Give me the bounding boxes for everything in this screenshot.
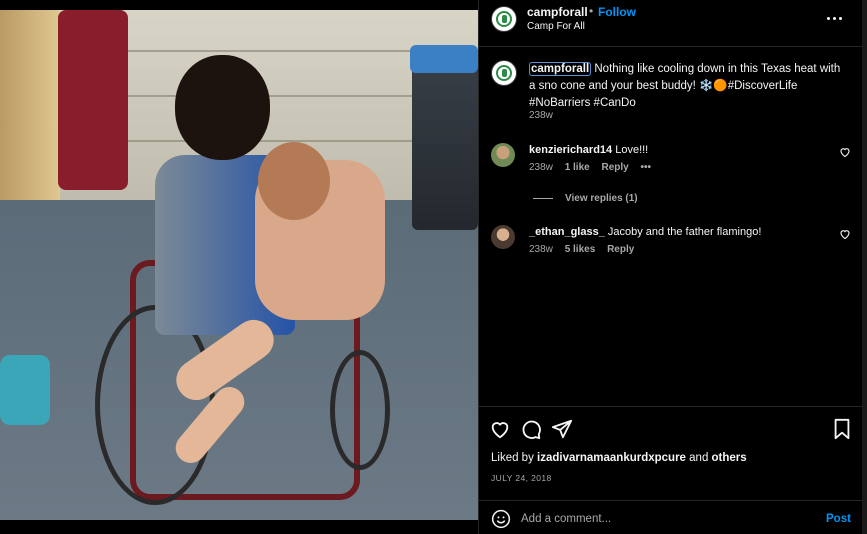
caption-time[interactable]: 238w xyxy=(529,110,553,121)
like-comment-heart-icon[interactable] xyxy=(839,146,851,158)
comment-username[interactable]: _ethan_glass_ xyxy=(529,226,605,238)
follow-button[interactable]: Follow xyxy=(598,5,636,19)
comment-time[interactable]: 238w xyxy=(529,162,553,173)
photo-door xyxy=(0,10,60,200)
avatar-figure xyxy=(502,69,507,77)
caption-avatar[interactable] xyxy=(491,60,517,86)
commenter-avatar[interactable] xyxy=(491,225,515,249)
liked-by-prefix: Liked by xyxy=(491,452,538,464)
post-comment-button[interactable]: Post xyxy=(826,513,851,525)
share-send-icon[interactable] xyxy=(551,418,573,440)
comment-text: kenzierichard14 Love!!! xyxy=(529,144,648,156)
photo-trash-lid xyxy=(410,45,478,73)
post-header: campforall • Follow Camp For All xyxy=(479,0,863,47)
comment-meta: 238w 1 like Reply ••• xyxy=(529,162,660,173)
liked-by-and: and xyxy=(685,452,712,464)
comment-item: _ethan_glass_ Jacoby and the father flam… xyxy=(479,225,863,275)
photo-wheel xyxy=(330,350,390,470)
comment-likes[interactable]: 5 likes xyxy=(565,244,596,255)
post-date[interactable]: JULY 24, 2018 xyxy=(491,473,552,483)
comment-time[interactable]: 238w xyxy=(529,244,553,255)
post-photo[interactable] xyxy=(0,10,478,520)
reply-button[interactable]: Reply xyxy=(607,244,634,255)
commenter-avatar[interactable] xyxy=(491,143,515,167)
comment-more-icon[interactable]: ••• xyxy=(641,162,652,173)
comment-input[interactable] xyxy=(521,510,801,528)
comment-text: _ethan_glass_ Jacoby and the father flam… xyxy=(529,226,761,238)
like-comment-heart-icon[interactable] xyxy=(839,228,851,240)
comment-likes[interactable]: 1 like xyxy=(565,162,590,173)
photo-background-person xyxy=(58,10,128,190)
liked-by-text: Liked by izadivarnamaankurdxpcure and ot… xyxy=(491,452,747,464)
comment-meta: 238w 5 likes Reply xyxy=(529,244,643,255)
caption-text: campforall Nothing like cooling down in … xyxy=(529,61,849,112)
reply-button[interactable]: Reply xyxy=(602,162,629,173)
post-modal: campforall • Follow Camp For All campfor… xyxy=(0,0,863,534)
view-replies-button[interactable]: View replies (1) xyxy=(533,193,638,204)
author-avatar[interactable] xyxy=(491,6,517,32)
add-comment-bar: Post xyxy=(479,500,863,534)
photo-wheel xyxy=(95,305,215,505)
like-heart-icon[interactable] xyxy=(489,418,511,440)
comment-bubble-icon[interactable] xyxy=(520,418,542,440)
view-replies-line xyxy=(533,197,553,199)
emoji-icon[interactable] xyxy=(491,509,511,529)
photo-teen-head xyxy=(175,55,270,160)
author-subtitle[interactable]: Camp For All xyxy=(527,21,585,32)
dot xyxy=(827,17,830,20)
header-separator: • xyxy=(589,4,594,18)
photo-towel xyxy=(0,355,50,425)
comment-body: Jacoby and the father flamingo! xyxy=(607,226,762,238)
post-side-panel: campforall • Follow Camp For All campfor… xyxy=(478,0,863,534)
liked-by-user[interactable]: izadivarnamaankurdxpcure xyxy=(537,452,686,464)
post-actions: Liked by izadivarnamaankurdxpcure and ot… xyxy=(479,406,863,506)
comment-username[interactable]: kenzierichard14 xyxy=(529,144,612,156)
caption-username[interactable]: campforall xyxy=(529,62,592,76)
more-options-icon[interactable] xyxy=(825,8,845,28)
author-username[interactable]: campforall xyxy=(527,5,588,19)
photo-trash-can xyxy=(412,50,478,230)
comment-body: Love!!! xyxy=(615,144,649,156)
comment-item: kenzierichard14 Love!!! 238w 1 like Repl… xyxy=(479,143,863,193)
bookmark-icon[interactable] xyxy=(831,418,853,440)
photo-child-head xyxy=(258,142,330,220)
avatar-figure xyxy=(502,15,507,23)
view-replies-label: View replies (1) xyxy=(565,193,638,204)
dot xyxy=(839,17,842,20)
dot xyxy=(833,17,836,20)
liked-by-others[interactable]: others xyxy=(712,452,747,464)
